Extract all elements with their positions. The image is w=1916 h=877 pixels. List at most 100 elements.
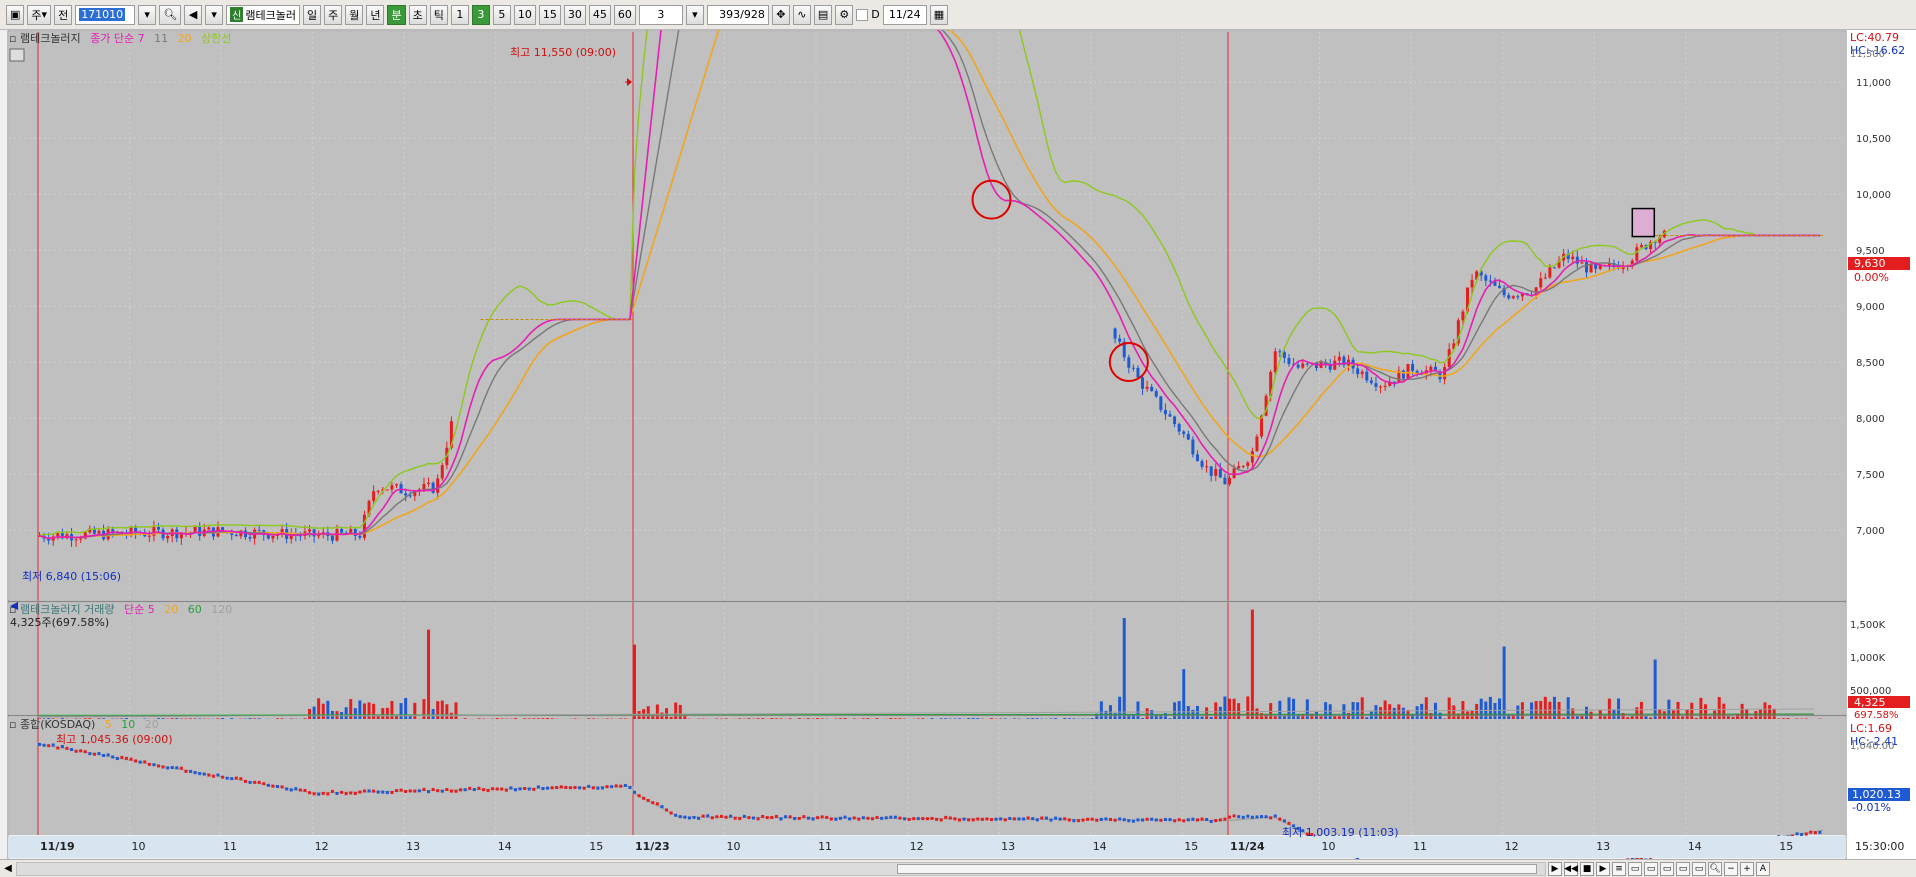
index-candle: [774, 814, 778, 818]
minute-10-button[interactable]: 10: [513, 4, 536, 25]
zoom-slider-icon[interactable]: ≡: [1612, 861, 1626, 876]
index-candle: [1250, 815, 1254, 819]
index-candle: [596, 786, 600, 790]
save-icon[interactable]: ▤: [813, 4, 833, 25]
period-weekly-button[interactable]: 주: [324, 4, 343, 25]
index-candle: [408, 789, 412, 793]
minute-15-button[interactable]: 15: [538, 4, 561, 25]
period-dropdown[interactable]: 주 ▾: [27, 4, 52, 25]
volume-bar: [1754, 711, 1758, 719]
index-candle: [1031, 817, 1035, 821]
index-candle: [143, 760, 147, 764]
line-tool-icon[interactable]: ∿: [792, 4, 811, 25]
candle-body: [1195, 454, 1199, 462]
rewind-button[interactable]: ◀◀: [1564, 861, 1578, 876]
volume-bar: [161, 718, 165, 719]
calendar-icon[interactable]: ▦: [929, 4, 949, 25]
index-candle: [111, 755, 115, 759]
layout-1-icon[interactable]: ▭: [1628, 861, 1642, 876]
index-candle: [1287, 821, 1291, 825]
layout-3-icon[interactable]: ▭: [1660, 861, 1674, 876]
scroll-thumb[interactable]: [897, 863, 1537, 874]
volume-bar: [546, 718, 550, 719]
minute-30-button[interactable]: 30: [563, 4, 586, 25]
layout-icon[interactable]: ▣: [6, 4, 25, 25]
period-second-button[interactable]: 초: [408, 4, 427, 25]
index-candle: [184, 769, 188, 773]
candle-body: [1150, 386, 1154, 392]
volume-bar: [816, 718, 820, 719]
stock-name-field[interactable]: 신 램테크놀러: [226, 4, 300, 25]
speaker-dropdown[interactable]: ▾: [205, 4, 224, 25]
toolbar: ▣ 주 ▾ 전 171010 ▾ 🔍︎ ◀ ▾ 신 램테크놀러 일 주 월 년 분 …: [0, 0, 1916, 30]
volume-bar: [619, 718, 623, 719]
horizontal-scrollbar[interactable]: ◀ ▶ ◀◀ ■ ▶ ≡ ▭ ▭ ▭ ▭ ▭ 🔍︎ − + A: [0, 859, 1916, 877]
period-monthly-button[interactable]: 월: [345, 4, 364, 25]
scroll-right-arrow[interactable]: ▶: [1548, 861, 1562, 876]
d-checkbox[interactable]: [856, 8, 869, 21]
time-axis-label: 11: [223, 840, 237, 853]
volume-bar: [1392, 707, 1396, 719]
index-candle: [372, 789, 376, 793]
interval-dropdown[interactable]: ▾: [685, 4, 704, 25]
index-candle: [825, 815, 829, 819]
minute-45-button[interactable]: 45: [588, 4, 611, 25]
index-candle: [642, 796, 646, 800]
zoom-out-icon[interactable]: −: [1724, 861, 1738, 876]
minute-1-button[interactable]: 1: [450, 4, 469, 25]
table-icon[interactable]: [9, 48, 25, 62]
index-candle: [115, 757, 119, 761]
index-candle: [1026, 816, 1030, 820]
index-candle: [747, 816, 751, 820]
index-candle: [514, 788, 517, 792]
code-dropdown-button[interactable]: ▾: [138, 4, 157, 25]
price-axis-tick: 10,500: [1856, 134, 1891, 145]
index-candle: [948, 816, 952, 820]
time-axis-label: 12: [315, 840, 329, 853]
panel-background-0: [9, 32, 1845, 600]
stop-button[interactable]: ■: [1580, 861, 1594, 876]
zoom-in-icon[interactable]: +: [1740, 861, 1754, 876]
minute-5-button[interactable]: 5: [492, 4, 511, 25]
interval-input[interactable]: 3: [638, 4, 683, 25]
period-yearly-button[interactable]: 년: [366, 4, 385, 25]
layout-5-icon[interactable]: ▭: [1692, 861, 1706, 876]
volume-bar: [967, 718, 971, 719]
period-minute-button[interactable]: 분: [387, 4, 406, 25]
volume-bar: [463, 718, 467, 719]
index-candle: [903, 817, 907, 821]
speaker-icon[interactable]: ◀: [184, 4, 203, 25]
index-candle: [1086, 817, 1090, 821]
crosshair-icon[interactable]: ✥: [771, 4, 790, 25]
play-button[interactable]: ▶: [1596, 861, 1610, 876]
chart-area[interactable]: ▫ 램테크놀러지 종가 단순 7 11 20 상한선 ▫ 램테크놀러지 거래량 …: [0, 30, 1916, 859]
index-candle: [999, 817, 1003, 821]
volume-bar: [1420, 703, 1424, 719]
volume-bar: [257, 718, 261, 719]
minute-3-button[interactable]: 3: [471, 4, 490, 25]
font-size-icon[interactable]: A: [1756, 861, 1770, 876]
candle-body: [1443, 367, 1447, 380]
date-input[interactable]: 11/24: [882, 4, 927, 25]
volume-bar: [276, 718, 279, 719]
scroll-left-arrow[interactable]: ◀: [0, 861, 16, 877]
stock-code-input[interactable]: 171010: [75, 4, 136, 25]
volume-bar: [1374, 705, 1378, 719]
candle-body: [1488, 280, 1492, 282]
period-tick-button[interactable]: 틱: [429, 4, 448, 25]
zoom-icon[interactable]: 🔍︎: [1708, 861, 1722, 876]
scroll-track[interactable]: [16, 861, 1546, 876]
period-daily-button[interactable]: 일: [302, 4, 322, 25]
count-field[interactable]: 393/928: [706, 4, 769, 25]
candle-body: [436, 478, 440, 493]
gear-icon[interactable]: ⚙: [835, 4, 854, 25]
layout-2-icon[interactable]: ▭: [1644, 861, 1658, 876]
type-button[interactable]: 전: [54, 4, 73, 25]
candle-body: [1374, 383, 1378, 387]
index-candle: [1173, 819, 1177, 823]
search-icon[interactable]: 🔍︎: [159, 4, 182, 25]
layout-4-icon[interactable]: ▭: [1676, 861, 1690, 876]
index-candle: [472, 788, 476, 792]
price-axis-partial-top: 11,500: [1850, 49, 1885, 60]
minute-60-button[interactable]: 60: [613, 4, 636, 25]
